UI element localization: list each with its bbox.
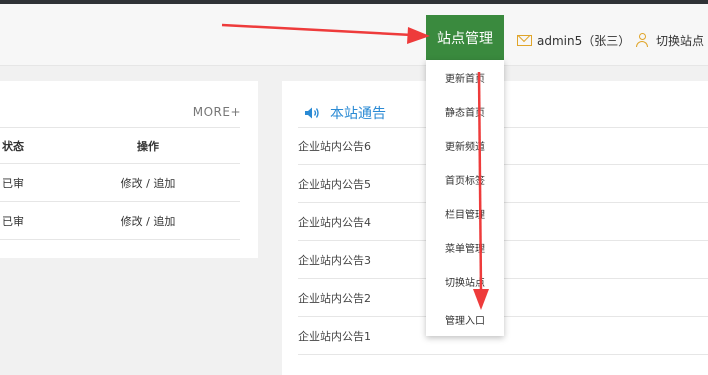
admin-text: admin5（张三） (537, 33, 631, 48)
column-operation: 操作 (137, 139, 159, 153)
notice-title-text: 本站通告 (330, 106, 386, 122)
table-row: 已审 修改 / 追加 (0, 164, 240, 202)
column-status: 状态 (2, 139, 24, 153)
top-header: admin5（张三） 切换站点 (0, 4, 708, 66)
menu-item-update-channel[interactable]: 更新频道 (426, 128, 504, 162)
menu-item-home-tags[interactable]: 首页标签 (426, 162, 504, 196)
site-management-button[interactable]: 站点管理 (426, 15, 504, 60)
notice-title: 本站通告 (304, 103, 386, 123)
mail-icon (517, 34, 532, 46)
operation-cell: 修改 / 追加 (118, 175, 178, 191)
status-cell: 已审 (2, 214, 24, 228)
table-row: 已审 修改 / 追加 (0, 202, 240, 240)
append-link[interactable]: 追加 (153, 177, 175, 190)
menu-item-update-home[interactable]: 更新首页 (426, 60, 504, 94)
append-link[interactable]: 追加 (153, 215, 175, 228)
site-management-dropdown: 更新首页 静态首页 更新频道 首页标签 栏目管理 菜单管理 切换站点 管理入口 (426, 60, 504, 336)
menu-item-static-home[interactable]: 静态首页 (426, 94, 504, 128)
speaker-icon (305, 107, 319, 119)
status-cell: 已审 (2, 176, 24, 190)
operation-cell: 修改 / 追加 (118, 213, 178, 229)
more-link[interactable]: MORE+ (193, 105, 241, 119)
edit-link[interactable]: 修改 (121, 215, 143, 228)
op-separator: / (142, 176, 154, 190)
op-separator: / (142, 214, 154, 228)
switch-site-label: 切换站点 (656, 33, 705, 48)
menu-item-admin-entry[interactable]: 管理入口 (426, 302, 504, 336)
menu-item-switch-site[interactable]: 切换站点 (426, 264, 504, 298)
edit-link[interactable]: 修改 (121, 177, 143, 190)
content-list-panel: MORE+ 状态 操作 已审 修改 / 追加 已审 修改 / 追加 (0, 81, 258, 258)
table-header: 状态 操作 (0, 127, 240, 164)
user-switch-icon (636, 33, 650, 47)
switch-site-link[interactable]: 切换站点 (636, 31, 704, 49)
menu-item-menu-management[interactable]: 菜单管理 (426, 230, 504, 264)
menu-item-column-management[interactable]: 栏目管理 (426, 196, 504, 230)
admin-user[interactable]: admin5（张三） (517, 31, 630, 49)
